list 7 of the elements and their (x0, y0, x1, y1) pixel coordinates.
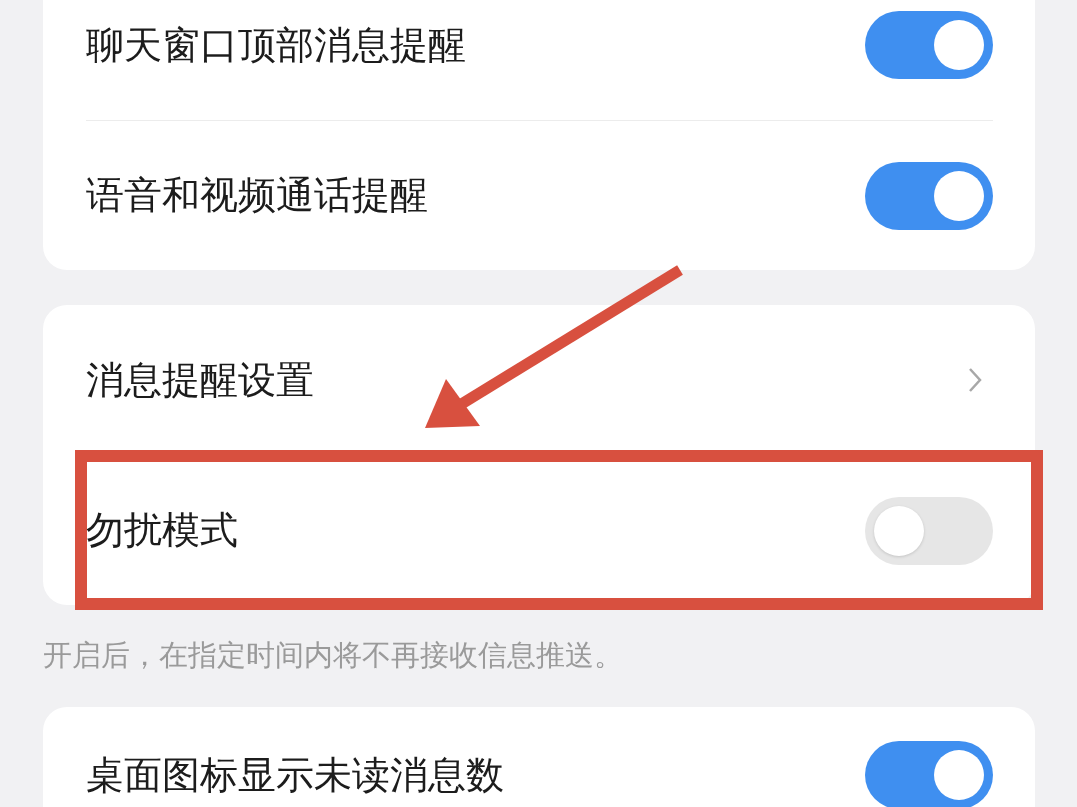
setting-label: 勿扰模式 (86, 507, 238, 554)
setting-label: 消息提醒设置 (86, 356, 314, 404)
caption-text: 开启后，在指定时间内将不再接收信息推送。 (43, 637, 623, 674)
setting-label: 聊天窗口顶部消息提醒 (86, 21, 466, 69)
setting-label: 桌面图标显示未读消息数 (86, 751, 504, 799)
chevron-right-icon (967, 366, 983, 394)
setting-label: 语音和视频通话提醒 (86, 172, 428, 219)
